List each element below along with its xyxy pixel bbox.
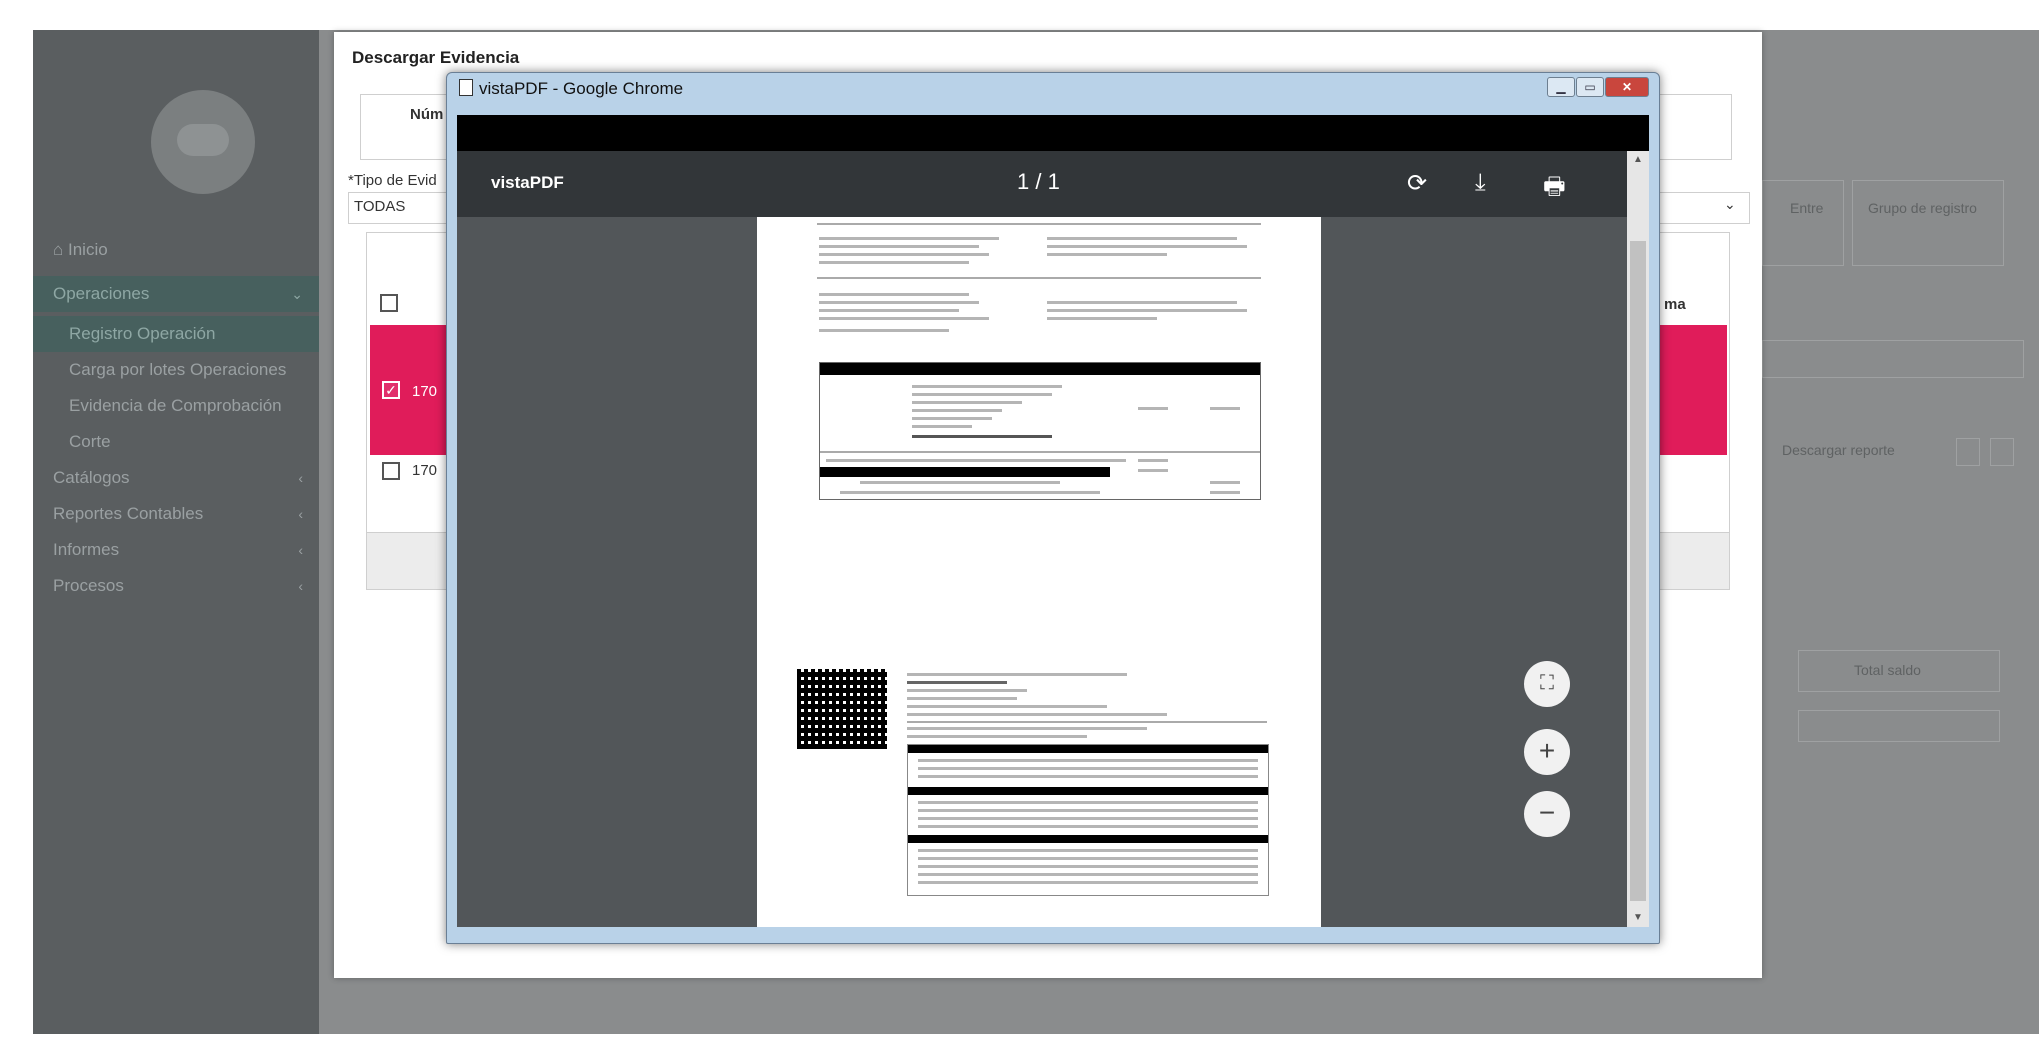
minimize-button[interactable]: ▁ (1547, 77, 1575, 97)
table-header-cell (1762, 180, 1844, 266)
pdf-toolbar: vistaPDF 1 / 1 ⟳ ⤓ 🖶 (457, 151, 1627, 217)
sidebar-item-informes[interactable]: Informes ‹ (33, 532, 319, 568)
row-code: 170 (412, 383, 438, 400)
column-header-fragment: ma (1664, 296, 1686, 313)
sidebar-item-registro-operacion[interactable]: Registro Operación (33, 316, 319, 352)
table-header-entre: Entre (1790, 200, 1824, 216)
pdf-scrollbar[interactable]: ▲ ▼ (1627, 151, 1649, 927)
sidebar-item-operaciones[interactable]: Operaciones ⌄ (33, 276, 319, 312)
invoice-table (819, 362, 1261, 500)
window-controls: ▁ ▭ ✕ (1546, 77, 1649, 99)
screenshot-frame: ⌂ Inicio Operaciones ⌄ Registro Operación… (0, 0, 2039, 1048)
row-checkbox[interactable] (382, 462, 400, 480)
chevron-left-icon: ‹ (298, 470, 303, 486)
download-icon[interactable]: ⤓ (1475, 169, 1486, 197)
sidebar-item-inicio[interactable]: ⌂ Inicio (33, 232, 319, 268)
export-report-button[interactable] (1990, 438, 2014, 466)
chevron-down-icon: ⌄ (1724, 196, 1736, 212)
digital-seal-block (907, 744, 1269, 896)
scroll-down-icon[interactable]: ▼ (1627, 909, 1649, 927)
home-icon: ⌂ (53, 240, 68, 259)
sidebar-item-carga-lotes[interactable]: Carga por lotes Operaciones (33, 352, 319, 388)
sidebar-item-reportes[interactable]: Reportes Contables ‹ (33, 496, 319, 532)
chevron-down-icon: ⌄ (291, 286, 303, 302)
page-indicator: 1 / 1 (1017, 169, 1060, 194)
download-report-button[interactable] (1956, 438, 1980, 466)
chevron-left-icon: ‹ (298, 578, 303, 594)
total-saldo-value (1798, 710, 2000, 742)
sidebar-item-corte[interactable]: Corte (33, 424, 319, 460)
sidebar-item-evidencia[interactable]: Evidencia de Comprobación (33, 388, 319, 424)
table-header-grupo: Grupo de registro (1868, 200, 1977, 216)
table-header-cell (1852, 180, 2004, 266)
sidebar-item-procesos[interactable]: Procesos ‹ (33, 568, 319, 604)
address-bar (457, 115, 1649, 151)
zoom-out-button[interactable]: − (1524, 791, 1570, 837)
document-icon (459, 79, 473, 96)
tipo-evidencia-value: TODAS (354, 198, 406, 215)
chevron-left-icon: ‹ (298, 506, 303, 522)
qr-code (797, 669, 887, 749)
maximize-button[interactable]: ▭ (1576, 77, 1604, 97)
rotate-icon[interactable]: ⟳ (1407, 169, 1427, 198)
sidebar-item-catalogos[interactable]: Catálogos ‹ (33, 460, 319, 496)
dialog-title: Descargar Evidencia (352, 48, 520, 67)
row-code: 170 (412, 462, 438, 479)
filter-label: *Tipo de Evid (348, 172, 437, 189)
pdf-viewer[interactable]: ⛶ + − (457, 217, 1627, 927)
row-checkbox-checked[interactable]: ✓ (382, 381, 400, 399)
descargar-reporte-label: Descargar reporte (1782, 442, 1895, 458)
scroll-thumb[interactable] (1630, 241, 1646, 901)
filter-row (1762, 340, 2024, 378)
chevron-left-icon: ‹ (298, 542, 303, 558)
print-icon[interactable]: 🖶 (1543, 169, 1566, 210)
pdf-page (757, 217, 1321, 927)
total-saldo-label: Total saldo (1854, 662, 1921, 678)
fit-to-page-button[interactable]: ⛶ (1524, 661, 1570, 707)
window-title: vistaPDF - Google Chrome (459, 79, 683, 99)
sidebar: ⌂ Inicio Operaciones ⌄ Registro Operación… (33, 30, 319, 1034)
pdf-title: vistaPDF (491, 173, 564, 192)
app-logo (151, 90, 255, 194)
column-header-num: Núm (410, 106, 444, 123)
chrome-popup-window: vistaPDF - Google Chrome ▁ ▭ ✕ vistaPDF 1 … (446, 72, 1660, 944)
scroll-up-icon[interactable]: ▲ (1627, 151, 1649, 169)
close-button[interactable]: ✕ (1605, 77, 1649, 97)
right-panel: Entre Grupo de registro Descargar report… (1762, 30, 2039, 1034)
select-all-checkbox[interactable] (380, 294, 398, 312)
zoom-in-button[interactable]: + (1524, 729, 1570, 775)
